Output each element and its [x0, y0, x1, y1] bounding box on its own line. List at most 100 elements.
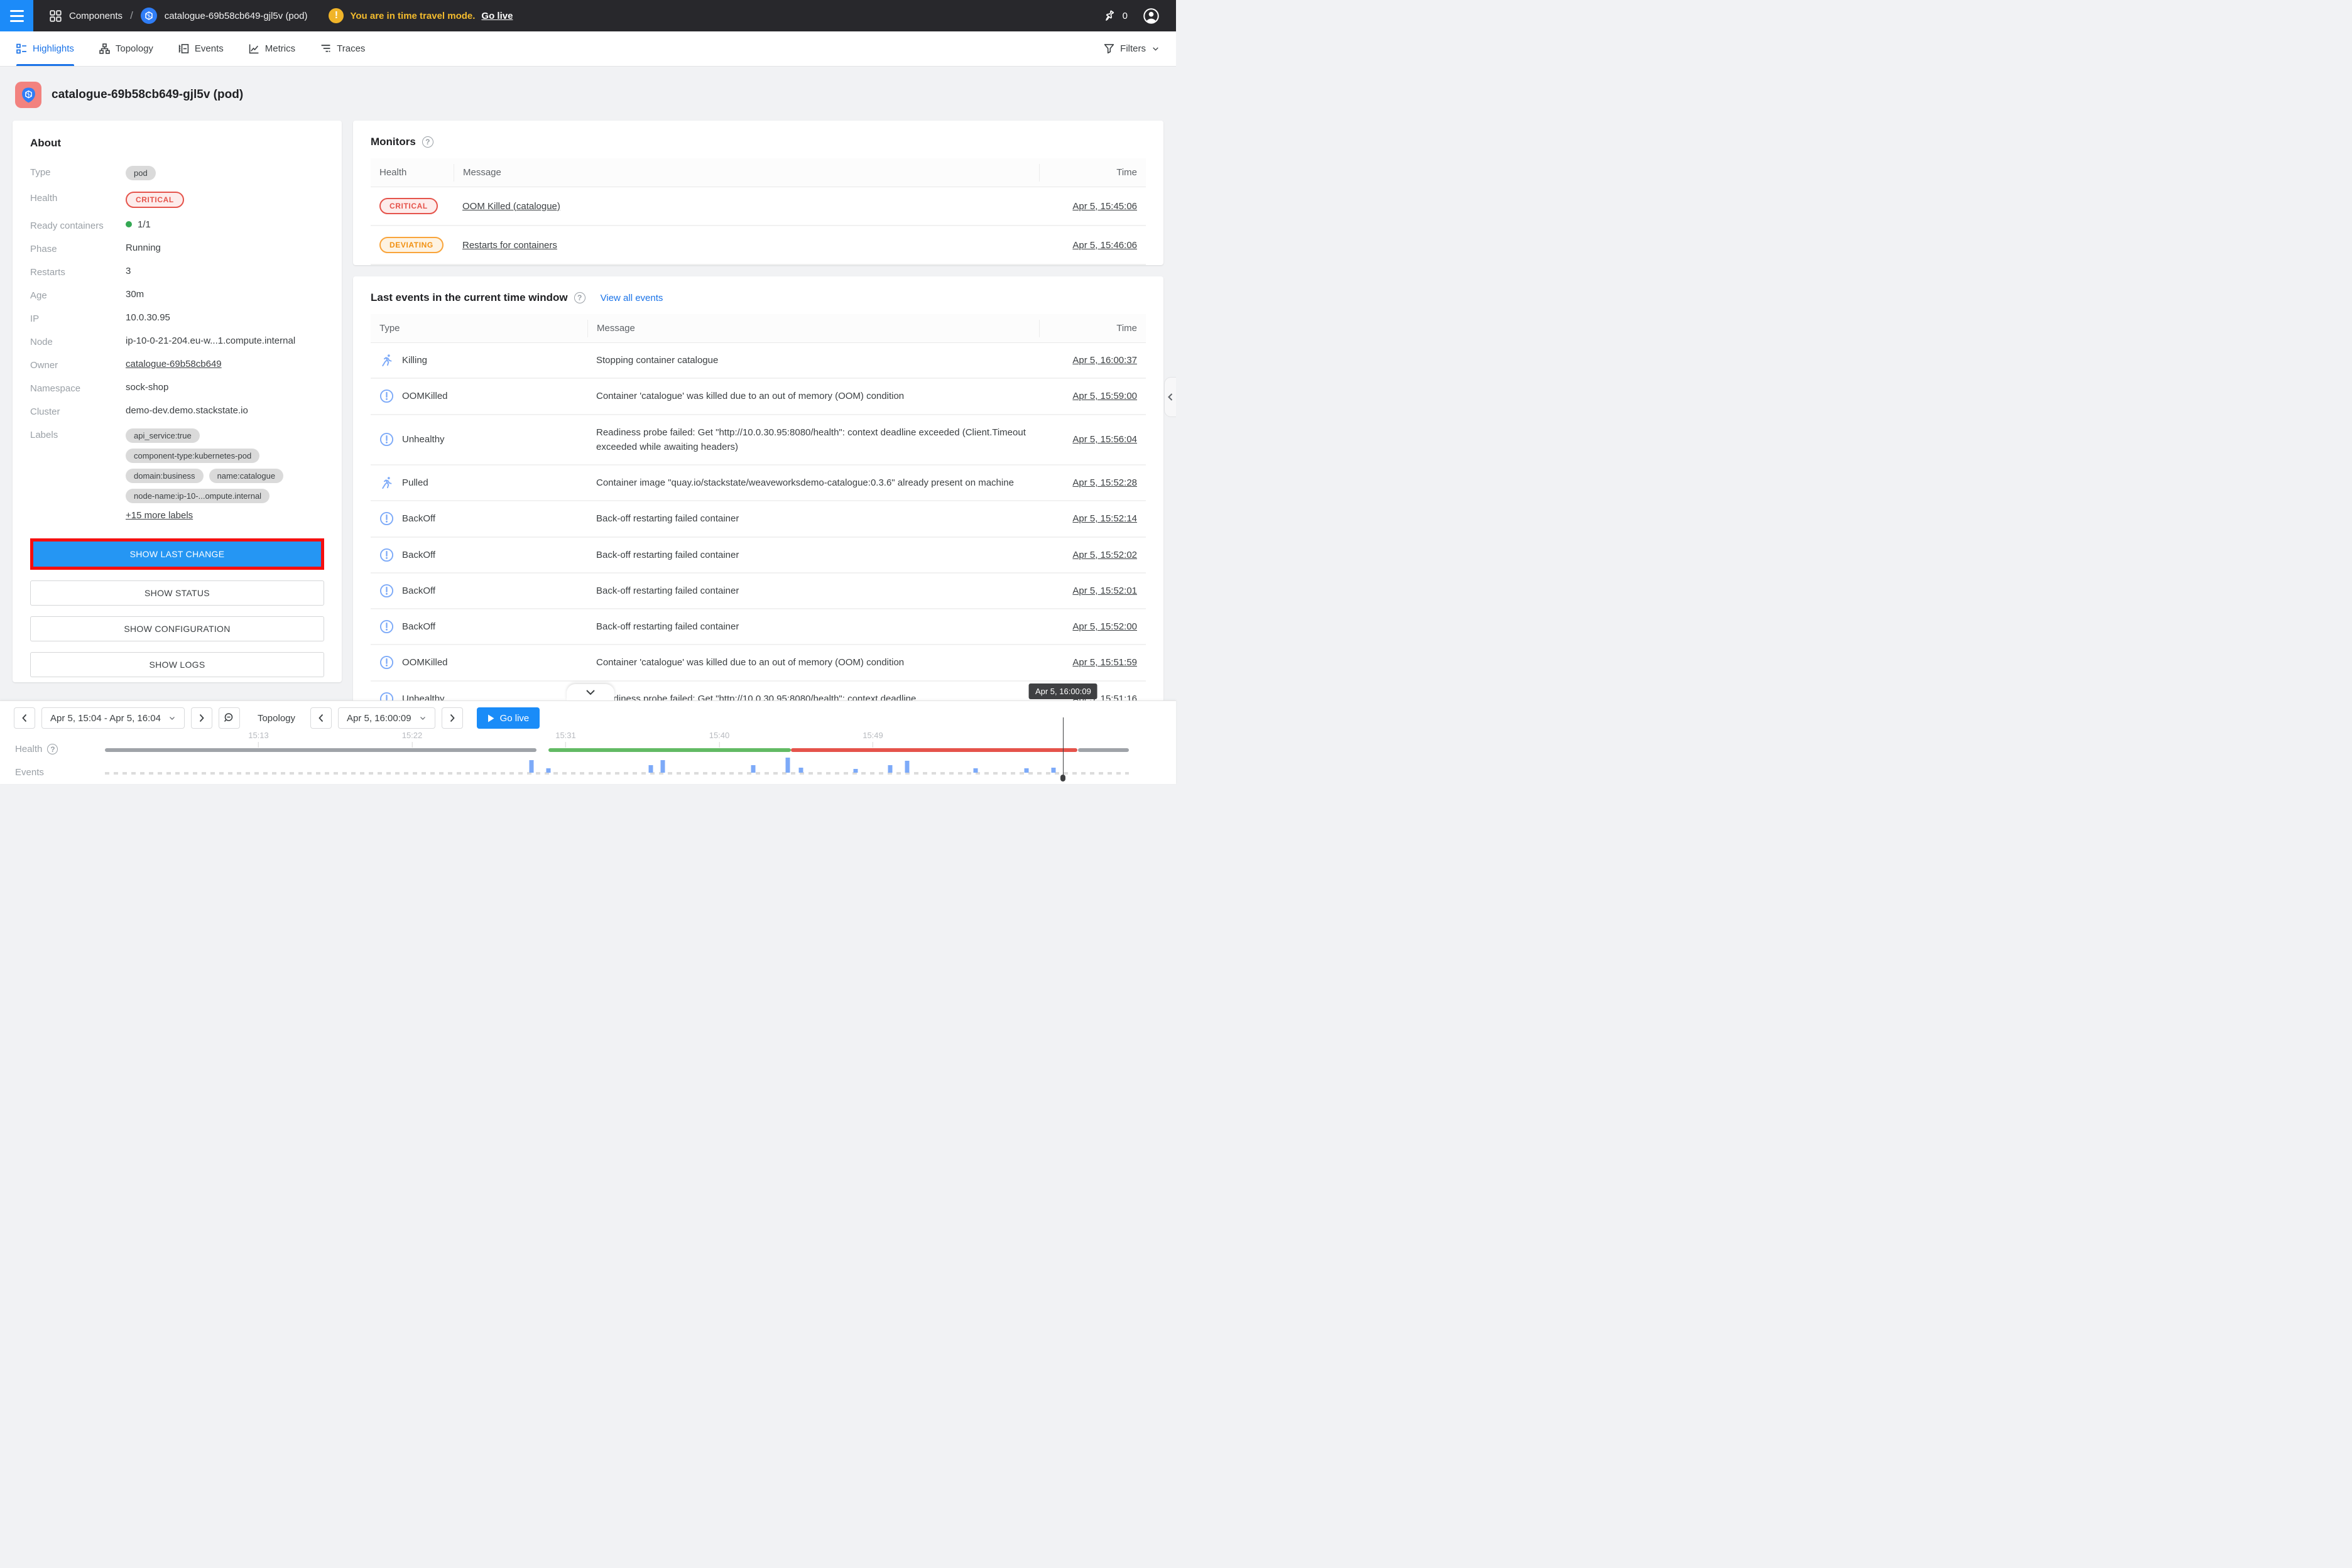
labels-wrap: api_service:true component-type:kubernete…	[126, 428, 324, 503]
event-type-cell: OOMKilled	[371, 389, 587, 403]
events-card: Last events in the current time window ?…	[353, 276, 1163, 700]
monitor-status-badge: DEVIATING	[379, 237, 444, 253]
event-time-link[interactable]: Apr 5, 16:00:37	[1039, 355, 1146, 366]
action-button-show-logs[interactable]: SHOW LOGS	[30, 652, 324, 677]
button-row: SHOW STATUS	[30, 580, 324, 606]
filters-button[interactable]: Filters	[1104, 43, 1160, 54]
event-row[interactable]: UnhealthyReadiness probe failed: Get "ht…	[371, 415, 1146, 466]
event-message-cell: Stopping container catalogue	[587, 353, 1039, 368]
more-labels-link[interactable]: +15 more labels	[126, 510, 193, 521]
help-icon[interactable]: ?	[422, 136, 433, 148]
time-travel-banner: ! You are in time travel mode. Go live	[329, 8, 513, 23]
monitor-message-link[interactable]: Restarts for containers	[462, 240, 557, 251]
event-time-link[interactable]: Apr 5, 15:52:02	[1039, 550, 1146, 560]
about-row-value: 30m	[126, 289, 144, 300]
right-panel-collapse-handle[interactable]	[1164, 377, 1176, 417]
tab-topology[interactable]: Topology	[99, 31, 153, 66]
event-row[interactable]: BackOffBack-off restarting failed contai…	[371, 574, 1146, 609]
action-button-show-last-change[interactable]: SHOW LAST CHANGE	[33, 542, 321, 567]
traces-icon	[320, 43, 331, 54]
user-avatar[interactable]	[1143, 8, 1160, 24]
event-row[interactable]: BackOffBack-off restarting failed contai…	[371, 538, 1146, 574]
pin-icon[interactable]	[1102, 9, 1116, 23]
go-live-link[interactable]: Go live	[481, 11, 513, 21]
breadcrumb-components[interactable]: Components	[69, 11, 122, 21]
about-row-label: Namespace	[30, 382, 126, 394]
about-row-value: demo-dev.demo.stackstate.io	[126, 405, 248, 416]
expand-bottom-panel-button[interactable]	[567, 684, 614, 700]
tab-traces[interactable]: Traces	[320, 31, 365, 66]
range-previous-button[interactable]	[14, 707, 35, 729]
event-row[interactable]: PulledContainer image "quay.io/stackstat…	[371, 466, 1146, 501]
event-time-link[interactable]: Apr 5, 15:52:00	[1039, 621, 1146, 632]
label-pill[interactable]: domain:business	[126, 469, 204, 483]
about-row: Age30m	[30, 289, 324, 301]
breadcrumb-separator: /	[130, 9, 133, 22]
event-bar	[649, 765, 653, 773]
event-message-cell: Readiness probe failed: Get "http://10.0…	[587, 425, 1039, 455]
help-icon[interactable]: ?	[574, 292, 585, 303]
alert-icon	[379, 548, 394, 562]
event-time-link[interactable]: Apr 5, 15:52:14	[1039, 513, 1146, 524]
event-message-cell: Container 'catalogue' was killed due to …	[587, 655, 1039, 670]
tab-metrics[interactable]: Metrics	[249, 31, 295, 66]
monitor-row[interactable]: DEVIATING Restarts for containers Apr 5, 1…	[371, 226, 1146, 265]
event-bar	[661, 760, 665, 773]
action-button-show-status[interactable]: SHOW STATUS	[30, 580, 324, 606]
tab-highlights[interactable]: Highlights	[16, 31, 74, 66]
metrics-icon	[249, 43, 259, 54]
about-row-value: catalogue-69b58cb649	[126, 359, 222, 369]
about-row-label: Restarts	[30, 266, 126, 278]
event-row[interactable]: OOMKilledContainer 'catalogue' was kille…	[371, 379, 1146, 415]
owner-link[interactable]: catalogue-69b58cb649	[126, 359, 222, 369]
event-histogram	[105, 699, 1129, 773]
event-row[interactable]: BackOffBack-off restarting failed contai…	[371, 609, 1146, 645]
event-type-cell: Unhealthy	[371, 432, 587, 447]
breadcrumb-entity[interactable]: catalogue-69b58cb649-gjl5v (pod)	[165, 11, 308, 21]
event-row[interactable]: OOMKilledContainer 'catalogue' was kille…	[371, 645, 1146, 681]
event-time-link[interactable]: Apr 5, 15:52:28	[1039, 477, 1146, 488]
event-message-cell: Back-off restarting failed container	[587, 584, 1039, 598]
top-header: Components / catalogue-69b58cb649-gjl5v …	[0, 0, 1176, 31]
action-button-show-configuration[interactable]: SHOW CONFIGURATION	[30, 616, 324, 641]
about-row-label: Ready containers	[30, 219, 126, 231]
tab-events[interactable]: Events	[178, 31, 224, 66]
components-grid-icon	[50, 10, 62, 22]
about-buttons: SHOW LAST CHANGE SHOW STATUS SHOW CONFIGUR…	[30, 538, 324, 677]
about-row-label: Health	[30, 192, 126, 204]
monitor-time-link[interactable]: Apr 5, 15:45:06	[1039, 201, 1146, 212]
event-bar	[547, 768, 551, 773]
label-pill[interactable]: api_service:true	[126, 428, 200, 443]
timeline-health-label: Health ?	[15, 744, 58, 754]
pin-count: 0	[1123, 11, 1128, 21]
label-pill[interactable]: node-name:ip-10-...ompute.internal	[126, 489, 270, 503]
event-bar	[888, 765, 892, 773]
about-row: Namespacesock-shop	[30, 382, 324, 394]
alert-icon	[379, 511, 394, 526]
monitor-message-link[interactable]: OOM Killed (catalogue)	[462, 201, 560, 212]
label-pill[interactable]: component-type:kubernetes-pod	[126, 449, 259, 463]
event-time-link[interactable]: Apr 5, 15:59:00	[1039, 391, 1146, 401]
event-time-link[interactable]: Apr 5, 15:51:59	[1039, 657, 1146, 668]
monitor-row[interactable]: CRITICALOOM Killed (catalogue)Apr 5, 15:…	[371, 187, 1146, 226]
about-row-label: Phase	[30, 242, 126, 254]
event-row[interactable]: BackOffBack-off restarting failed contai…	[371, 501, 1146, 537]
event-bar	[751, 765, 756, 773]
alert-icon	[379, 432, 394, 447]
event-bar	[973, 768, 977, 773]
alert-icon	[379, 584, 394, 598]
health-events-timeline[interactable]: Health ? Events 15:1315:2215:3115:4015:4…	[0, 729, 1176, 784]
time-control-bar: Apr 5, 15:04 - Apr 5, 16:04 Topology Apr…	[0, 700, 1176, 784]
help-icon[interactable]: ?	[47, 744, 58, 754]
view-all-events-link[interactable]: View all events	[601, 293, 663, 303]
monitor-time-link[interactable]: Apr 5, 15:46:06	[1039, 240, 1146, 251]
event-time-link[interactable]: Apr 5, 15:56:04	[1039, 434, 1146, 445]
label-pill[interactable]: name:catalogue	[209, 469, 284, 483]
hamburger-menu-button[interactable]	[0, 0, 33, 31]
event-type-cell: BackOff	[371, 511, 587, 526]
event-time-link[interactable]: Apr 5, 15:52:01	[1039, 585, 1146, 596]
event-type-cell: BackOff	[371, 584, 587, 598]
monitor-message-cell: Restarts for containers	[454, 240, 1039, 251]
health-status-badge: CRITICAL	[126, 192, 184, 208]
event-row[interactable]: KillingStopping container catalogueApr 5…	[371, 343, 1146, 379]
